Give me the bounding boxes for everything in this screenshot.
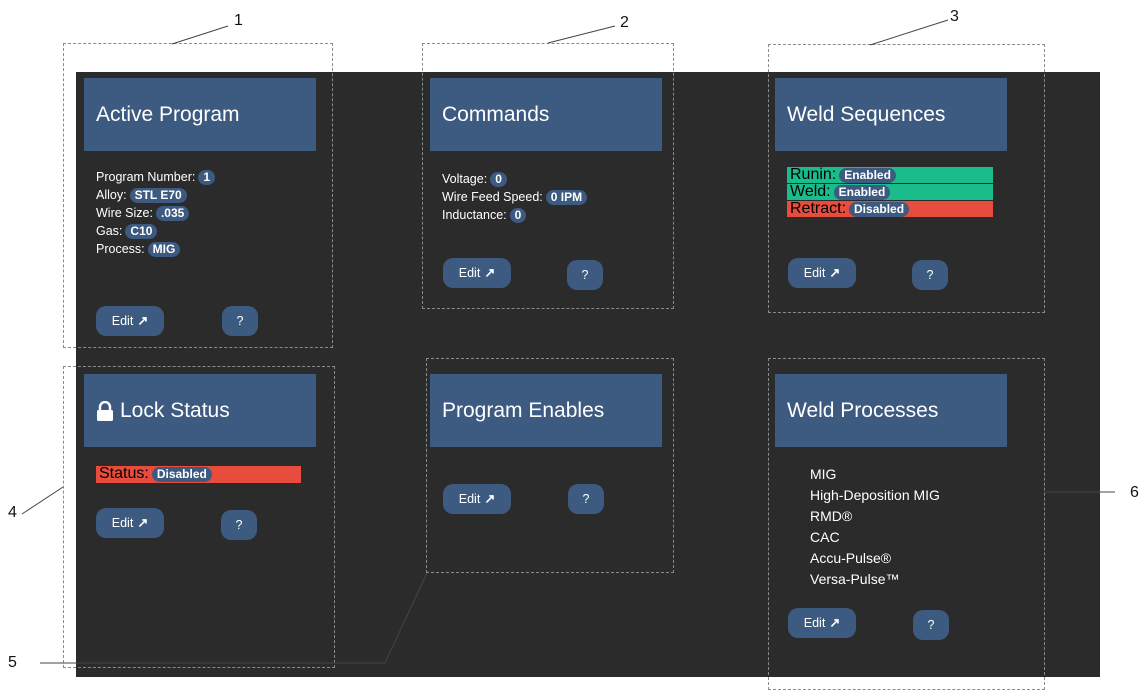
weld-sequences-edit-button[interactable]: Edit ↗	[788, 258, 856, 288]
active-program-details: Program Number: 1 Alloy: STL E70 Wire Si…	[96, 168, 216, 258]
inductance-value: 0	[509, 207, 527, 223]
weld-row: Weld: Enabled	[787, 183, 993, 200]
gas-value: C10	[125, 223, 158, 239]
weld-processes-title: Weld Processes	[787, 398, 939, 422]
edit-label: Edit	[803, 266, 826, 280]
gas-row: Gas: C10	[96, 222, 215, 240]
wire-feed-speed-row: Wire Feed Speed: 0 IPM	[442, 188, 588, 206]
voltage-value: 0	[490, 171, 507, 187]
retract-row: Retract: Disabled	[787, 200, 993, 217]
edit-label: Edit	[458, 492, 481, 506]
callout-number-2: 2	[620, 14, 629, 31]
wire-feed-speed-label: Wire Feed Speed:	[442, 190, 543, 204]
external-link-icon: ↗	[137, 515, 149, 530]
wire-size-label: Wire Size:	[96, 206, 153, 220]
help-label: ?	[581, 268, 589, 282]
wire-feed-speed-value: 0 IPM	[545, 189, 588, 205]
weld-value: Enabled	[833, 184, 891, 200]
help-label: ?	[927, 618, 935, 632]
external-link-icon: ↗	[484, 491, 496, 506]
weld-processes-header: Weld Processes	[775, 374, 1007, 447]
process-label: Process:	[96, 242, 145, 256]
process-item: High-Deposition MIG	[810, 487, 940, 503]
runin-label: Runin:	[790, 166, 837, 183]
callout-number-6: 6	[1130, 484, 1139, 501]
gas-label: Gas:	[96, 224, 123, 238]
help-label: ?	[236, 314, 244, 328]
callout-number-5: 5	[8, 654, 17, 671]
inductance-label: Inductance:	[442, 208, 507, 222]
weld-processes-list: MIG High-Deposition MIG RMD® CAC Accu-Pu…	[810, 464, 940, 590]
alloy-row: Alloy: STL E70	[96, 186, 215, 204]
program-enables-help-button[interactable]: ?	[568, 484, 604, 514]
external-link-icon: ↗	[829, 615, 841, 630]
callout-number-1: 1	[234, 12, 243, 29]
edit-label: Edit	[111, 314, 134, 328]
help-label: ?	[582, 492, 590, 506]
commands-help-button[interactable]: ?	[567, 260, 603, 290]
voltage-label: Voltage:	[442, 172, 488, 186]
program-number-value: 1	[198, 169, 216, 185]
weld-label: Weld:	[790, 183, 831, 200]
commands-details: Voltage: 0 Wire Feed Speed: 0 IPM Induct…	[442, 170, 588, 224]
retract-value: Disabled	[849, 201, 910, 217]
process-item: Accu-Pulse®	[810, 550, 892, 566]
program-enables-title: Program Enables	[442, 398, 605, 422]
inductance-row: Inductance: 0	[442, 206, 587, 224]
help-label: ?	[235, 518, 243, 532]
lock-status-value: Disabled	[151, 466, 212, 482]
program-number-label: Program Number:	[96, 170, 196, 184]
retract-status-band: Retract: Disabled	[787, 200, 993, 217]
external-link-icon: ↗	[137, 313, 149, 328]
process-item: CAC	[810, 529, 840, 545]
weld-processes-edit-button[interactable]: Edit ↗	[788, 608, 856, 638]
program-enables-header: Program Enables	[430, 374, 662, 447]
wire-size-value: .035	[155, 205, 190, 221]
external-link-icon: ↗	[829, 265, 841, 280]
weld-processes-help-button[interactable]: ?	[913, 610, 949, 640]
external-link-icon: ↗	[484, 265, 496, 280]
help-label: ?	[926, 268, 934, 282]
runin-value: Enabled	[839, 167, 896, 183]
lock-status-row: Status: Disabled	[96, 465, 301, 482]
runin-status-band: Runin: Enabled	[787, 166, 993, 183]
edit-label: Edit	[111, 516, 134, 530]
active-program-help-button[interactable]: ?	[222, 306, 258, 336]
edit-label: Edit	[803, 616, 826, 630]
alloy-label: Alloy:	[96, 188, 127, 202]
runin-row: Runin: Enabled	[787, 166, 993, 183]
voltage-row: Voltage: 0	[442, 170, 587, 188]
active-program-edit-button[interactable]: Edit ↗	[96, 306, 164, 336]
active-program-header: Active Program	[84, 78, 316, 151]
callout-number-3: 3	[950, 8, 959, 25]
lock-status-edit-button[interactable]: Edit ↗	[96, 508, 164, 538]
edit-label: Edit	[458, 266, 481, 280]
program-enables-edit-button[interactable]: Edit ↗	[443, 484, 511, 514]
lock-status-label: Status:	[99, 465, 149, 482]
weld-sequences-help-button[interactable]: ?	[912, 260, 948, 290]
lock-status-header: Lock Status	[84, 374, 316, 447]
process-item: RMD®	[810, 508, 853, 524]
weld-sequences-title: Weld Sequences	[787, 102, 946, 126]
process-item: Versa-Pulse™	[810, 571, 900, 587]
commands-header: Commands	[430, 78, 662, 151]
lock-status-title: Lock Status	[120, 398, 230, 422]
weld-status-band: Weld: Enabled	[787, 183, 993, 200]
retract-label: Retract:	[790, 200, 847, 217]
commands-edit-button[interactable]: Edit ↗	[443, 258, 511, 288]
weld-sequences-header: Weld Sequences	[775, 78, 1007, 151]
callout-number-4: 4	[8, 504, 17, 521]
alloy-value: STL E70	[129, 187, 187, 203]
lock-status-band: Status: Disabled	[96, 465, 301, 483]
process-item: MIG	[810, 466, 837, 482]
wire-size-row: Wire Size: .035	[96, 204, 215, 222]
process-row: Process: MIG	[96, 240, 215, 258]
program-number-row: Program Number: 1	[96, 168, 216, 186]
lock-status-help-button[interactable]: ?	[221, 510, 257, 540]
process-value: MIG	[147, 241, 181, 257]
commands-title: Commands	[442, 102, 550, 126]
lock-icon	[97, 400, 113, 421]
active-program-title: Active Program	[96, 102, 240, 126]
